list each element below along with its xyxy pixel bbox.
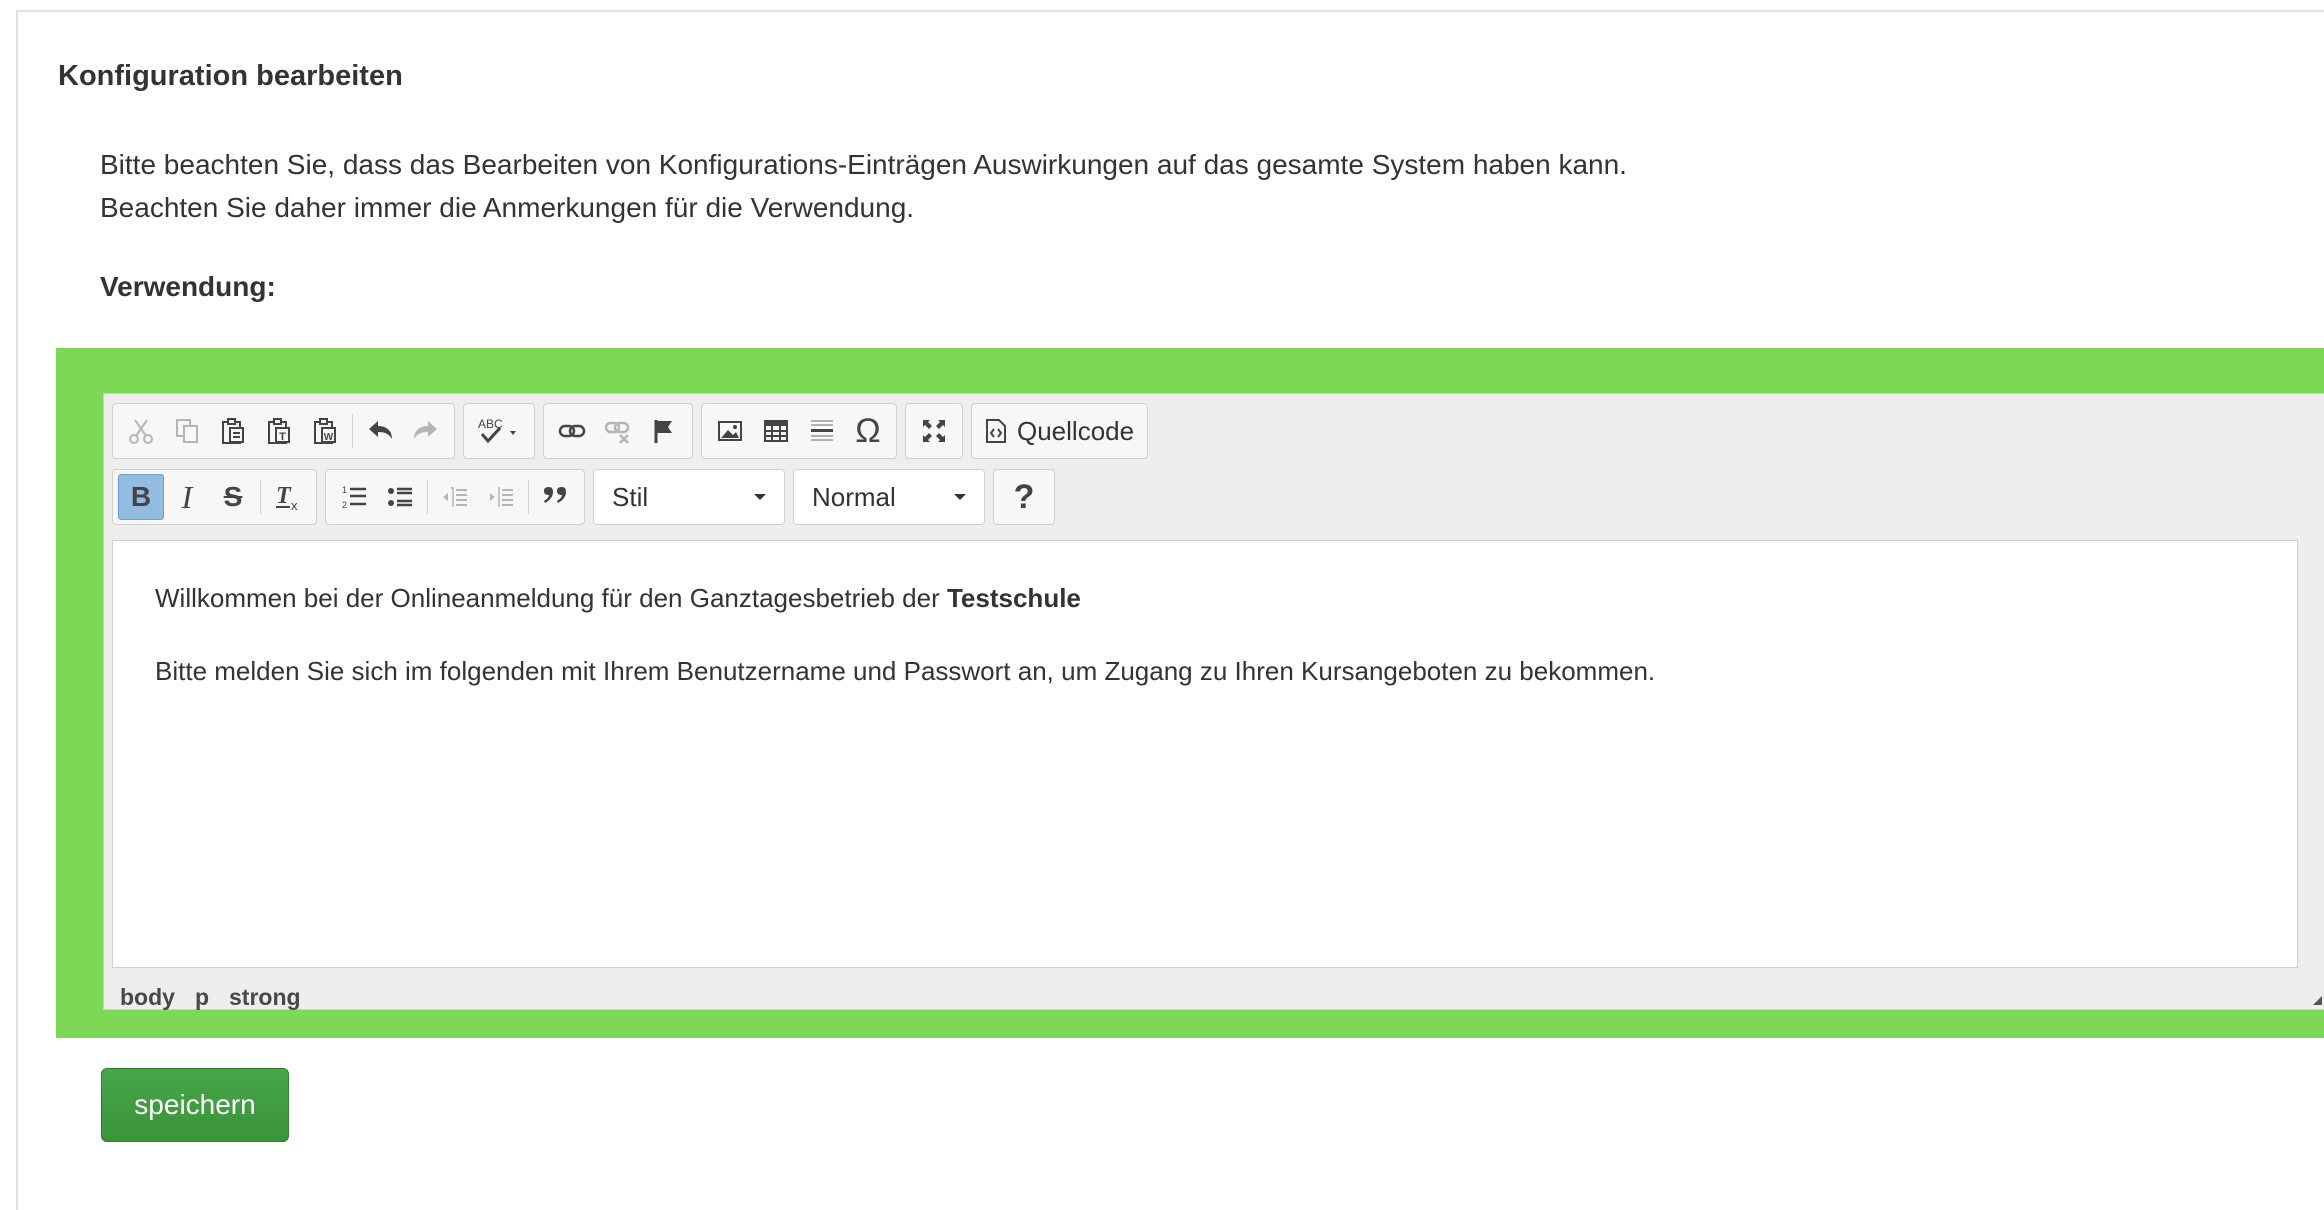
source-label: Quellcode <box>1017 415 1135 446</box>
strike-icon[interactable]: S <box>210 474 256 520</box>
unlink-icon[interactable] <box>595 408 641 454</box>
format-combo-value: Normal <box>812 481 896 512</box>
undo-icon[interactable] <box>357 408 403 454</box>
anchor-icon[interactable] <box>641 408 687 454</box>
chevron-down-icon <box>954 494 966 500</box>
path-item-p[interactable]: p <box>195 984 209 1011</box>
copy-icon[interactable] <box>164 408 210 454</box>
numbered-list-icon[interactable]: 12 <box>331 474 377 520</box>
toolbar-group-insert: Ω <box>701 403 897 459</box>
table-icon[interactable] <box>753 408 799 454</box>
source-button[interactable]: Quellcode <box>977 408 1142 454</box>
paste-icon[interactable] <box>210 408 256 454</box>
toolbar-group-tools <box>905 403 963 459</box>
maximize-icon[interactable] <box>911 408 957 454</box>
resize-handle-icon[interactable] <box>2313 996 2322 1005</box>
toolbar-group-spellcheck: ABC <box>463 403 535 459</box>
toolbar-group-basicstyles: B I S Tx <box>112 469 317 525</box>
italic-icon[interactable]: I <box>164 474 210 520</box>
toolbar-group-document: Quellcode <box>971 403 1149 459</box>
style-combo[interactable]: Stil <box>593 469 785 525</box>
info-line-1: Bitte beachten Sie, dass das Bearbeiten … <box>100 149 1627 180</box>
paste-text-icon[interactable]: T <box>256 408 302 454</box>
horizontal-line-icon[interactable] <box>799 408 845 454</box>
svg-text:1: 1 <box>342 485 347 495</box>
style-combo-value: Stil <box>612 481 649 512</box>
toolbar-separator <box>427 480 428 514</box>
content-bold-school: Testschule <box>946 583 1081 613</box>
help-icon[interactable]: ? <box>1001 474 1047 520</box>
toolbar-group-about: ? <box>993 469 1055 525</box>
content-paragraph-2: Bitte melden Sie sich im folgenden mit I… <box>155 656 1656 686</box>
elements-path: body p strong <box>120 984 301 1011</box>
svg-text:2: 2 <box>342 500 347 510</box>
info-text: Bitte beachten Sie, dass das Bearbeiten … <box>100 143 1627 229</box>
toolbar-row-2: B I S Tx 12 Stil Normal ? <box>112 469 1055 527</box>
toolbar-row-1: T W ABC Ω Quellcode <box>112 403 1149 461</box>
toolbar-separator <box>352 414 353 448</box>
link-icon[interactable] <box>549 408 595 454</box>
bold-icon[interactable]: B <box>118 474 164 520</box>
svg-text:x: x <box>291 498 298 512</box>
toolbar-separator <box>528 480 529 514</box>
info-line-2: Beachten Sie daher immer die Anmerkungen… <box>100 192 915 223</box>
content-text-1: Willkommen bei der Onlineanmeldung für d… <box>155 583 947 613</box>
remove-format-icon[interactable]: Tx <box>265 474 311 520</box>
toolbar-group-links <box>543 403 693 459</box>
path-item-body[interactable]: body <box>120 984 175 1011</box>
blockquote-icon[interactable] <box>533 474 579 520</box>
toolbar-separator <box>260 480 261 514</box>
svg-text:W: W <box>324 432 334 443</box>
svg-text:T: T <box>279 431 286 443</box>
source-icon <box>985 418 1007 444</box>
redo-icon[interactable] <box>403 408 449 454</box>
svg-text:T: T <box>276 483 292 509</box>
spellcheck-icon[interactable]: ABC <box>469 408 529 454</box>
bulleted-list-icon[interactable] <box>377 474 423 520</box>
chevron-down-icon <box>754 494 766 500</box>
page-title: Konfiguration bearbeiten <box>58 60 403 92</box>
save-button[interactable]: speichern <box>101 1068 289 1142</box>
toolbar-group-paragraph: 12 <box>325 469 585 525</box>
cut-icon[interactable] <box>118 408 164 454</box>
usage-label: Verwendung: <box>100 271 276 302</box>
format-combo[interactable]: Normal <box>793 469 985 525</box>
rich-text-editor: T W ABC Ω Quellcode B I S T x 1 2 Stil N… <box>103 393 2324 1010</box>
paste-word-icon[interactable]: W <box>302 408 348 454</box>
outdent-icon[interactable] <box>432 474 478 520</box>
image-icon[interactable] <box>707 408 753 454</box>
special-char-icon[interactable]: Ω <box>845 408 891 454</box>
editor-content-area[interactable]: Willkommen bei der Onlineanmeldung für d… <box>112 540 2298 968</box>
toolbar-group-clipboard: T W <box>112 403 455 459</box>
path-item-strong[interactable]: strong <box>229 984 301 1011</box>
indent-icon[interactable] <box>478 474 524 520</box>
content-paragraph-1: Willkommen bei der Onlineanmeldung für d… <box>155 583 1081 614</box>
